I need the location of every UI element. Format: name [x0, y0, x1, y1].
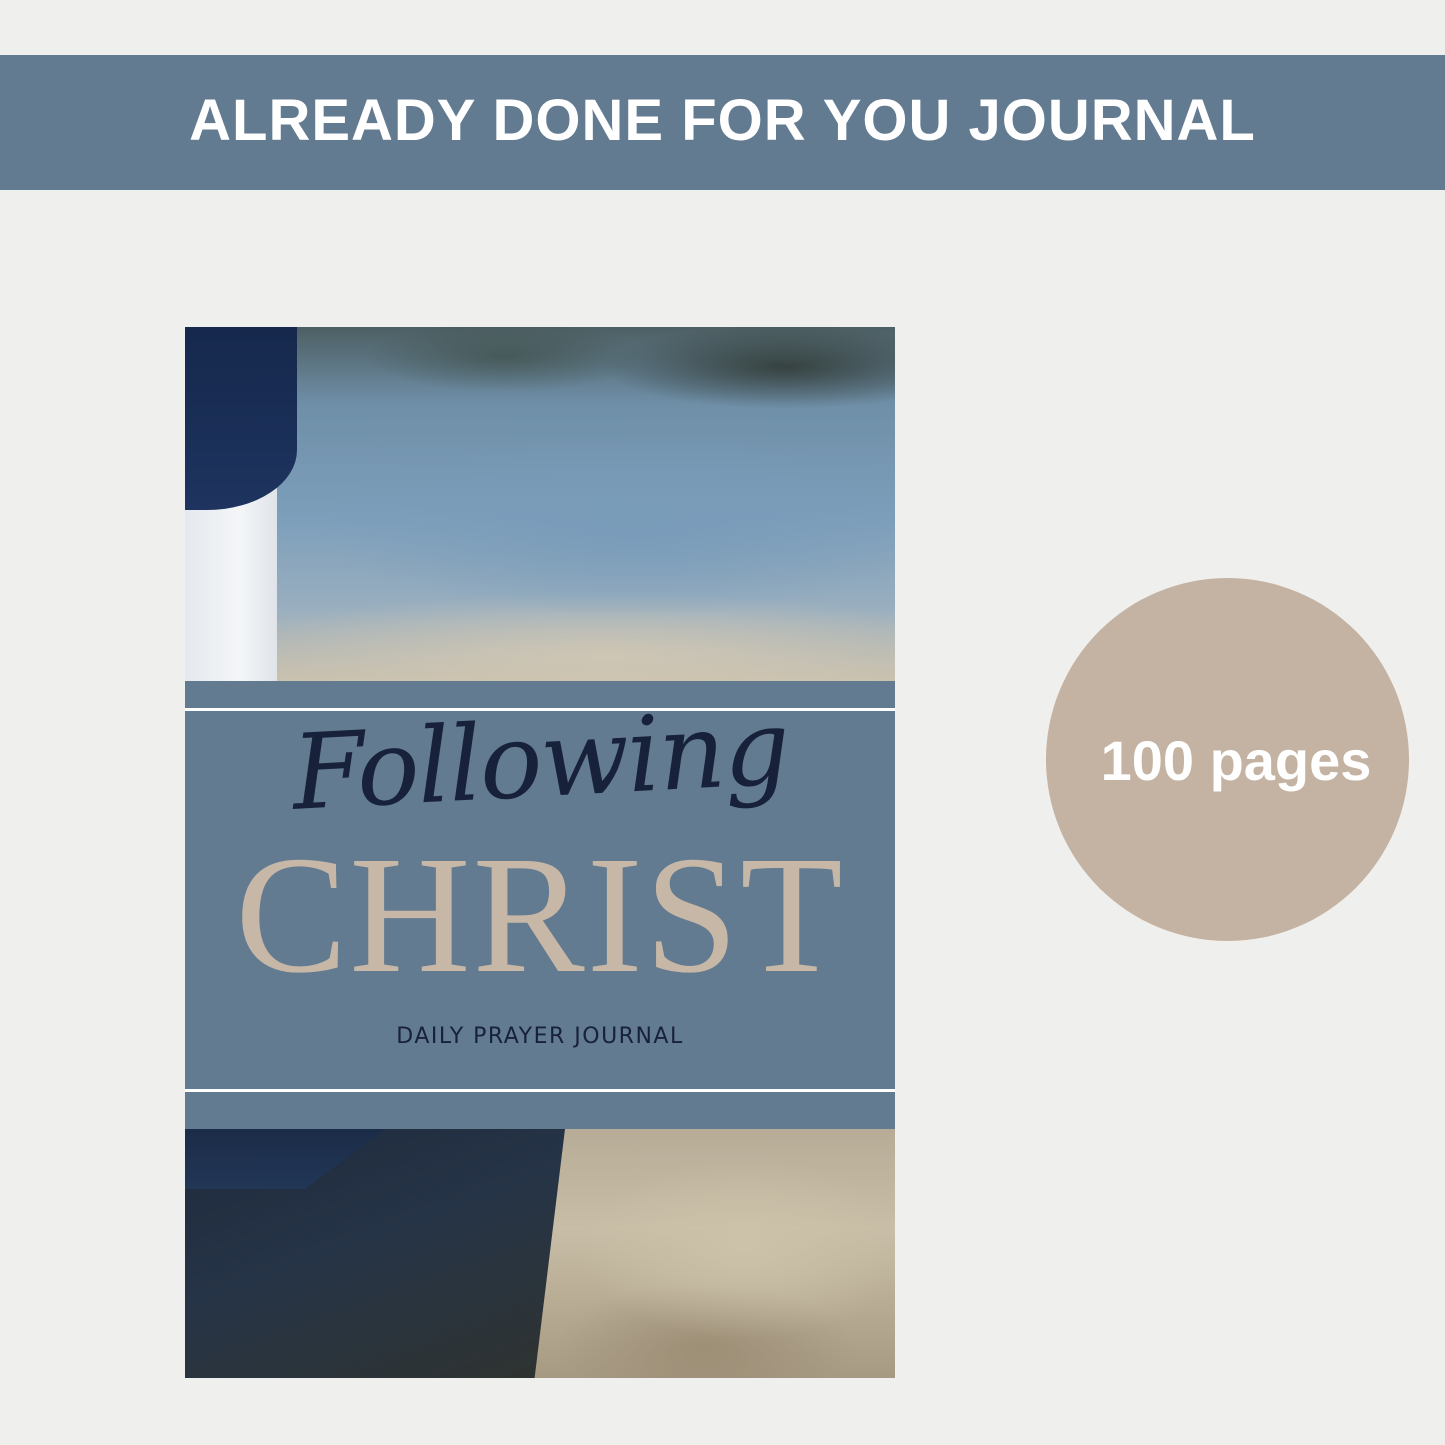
cover-title-band: Following CHRIST DAILY PRAYER JOURNAL [185, 681, 895, 1129]
page-count-badge: 100 pages [1046, 578, 1409, 941]
page-count-label: 100 pages [1100, 729, 1372, 792]
cover-rule-bottom [185, 1089, 895, 1092]
cover-photo-bottom [185, 1129, 895, 1378]
banner-title: ALREADY DONE FOR YOU JOURNAL [189, 88, 1256, 153]
cover-photo-top [185, 327, 895, 681]
cover-main-title: CHRIST [235, 822, 845, 1008]
photo-jacket-shape [185, 327, 297, 510]
cover-script-title: Following [289, 686, 791, 834]
cover-subtitle: DAILY PRAYER JOURNAL [396, 1024, 684, 1049]
journal-cover: Following CHRIST DAILY PRAYER JOURNAL [185, 327, 895, 1378]
header-banner: ALREADY DONE FOR YOU JOURNAL [0, 55, 1445, 190]
